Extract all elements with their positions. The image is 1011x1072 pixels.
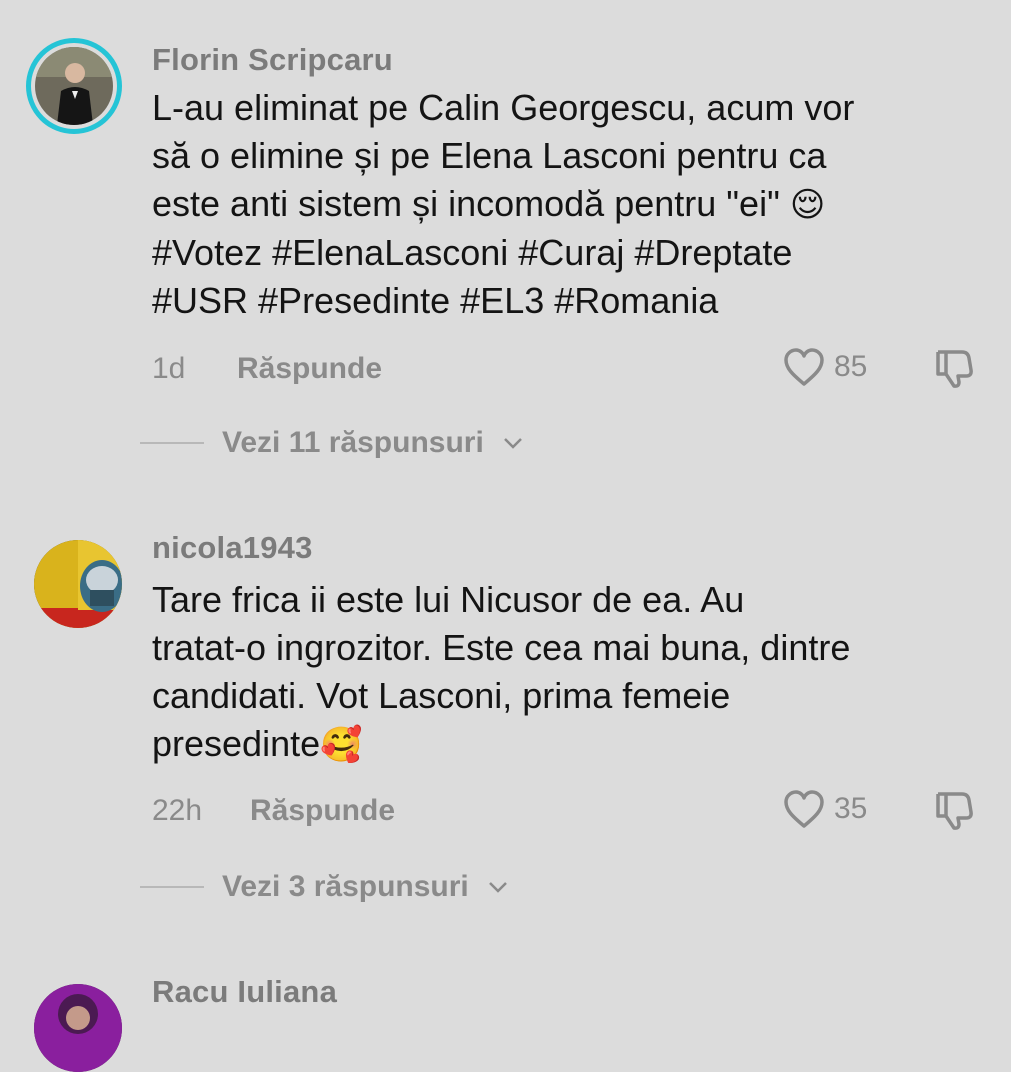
reply-button[interactable]: Răspunde [250,794,395,828]
like-count: 35 [834,792,868,825]
comment-body: L-au eliminat pe Calin Georgescu, acum v… [152,87,855,224]
comment-body: Tare frica ii este lui Nicusor de ea. Au… [152,579,851,764]
heart-icon [784,790,824,828]
smiling-face-with-hearts-emoji: 🥰 [320,725,363,765]
comment-time: 1d [152,352,186,385]
relieved-face-emoji: 😌 [789,185,826,225]
avatar[interactable] [26,38,122,134]
thumbs-down-icon [936,350,973,388]
chevron-down-icon [503,438,522,449]
chevron-down-icon [488,882,507,893]
view-replies-label: Vezi 11 răspunsuri [222,426,484,459]
view-replies-button[interactable]: Vezi 3 răspunsuri [140,870,509,904]
comment-hashtags[interactable]: #Votez #ElenaLasconi #Curaj #Dreptate #U… [152,232,792,321]
heart-icon [784,348,824,386]
dislike-button[interactable] [932,346,976,395]
user-avatar-icon [34,540,122,628]
avatar[interactable] [34,984,122,1072]
comment-username[interactable]: Racu Iuliana [152,974,337,1010]
reply-button[interactable]: Răspunde [237,352,382,386]
comment-text: L-au eliminat pe Calin Georgescu, acum v… [152,84,972,325]
view-replies-button[interactable]: Vezi 11 răspunsuri [140,426,524,460]
avatar[interactable] [34,540,122,628]
divider [140,886,204,888]
divider [140,442,204,444]
comment-time: 22h [152,794,203,827]
comment-username[interactable]: Florin Scripcaru [152,42,393,78]
user-avatar-icon [35,47,113,125]
like-button[interactable]: 35 [782,788,867,830]
comment-text: Tare frica ii este lui Nicusor de ea. Au… [152,576,972,769]
thumbs-down-icon [936,792,973,830]
comment-username[interactable]: nicola1943 [152,530,313,566]
view-replies-label: Vezi 3 răspunsuri [222,870,469,903]
dislike-button[interactable] [932,788,976,837]
like-button[interactable]: 85 [782,346,867,388]
like-count: 85 [834,350,868,383]
user-avatar-icon [34,984,122,1072]
